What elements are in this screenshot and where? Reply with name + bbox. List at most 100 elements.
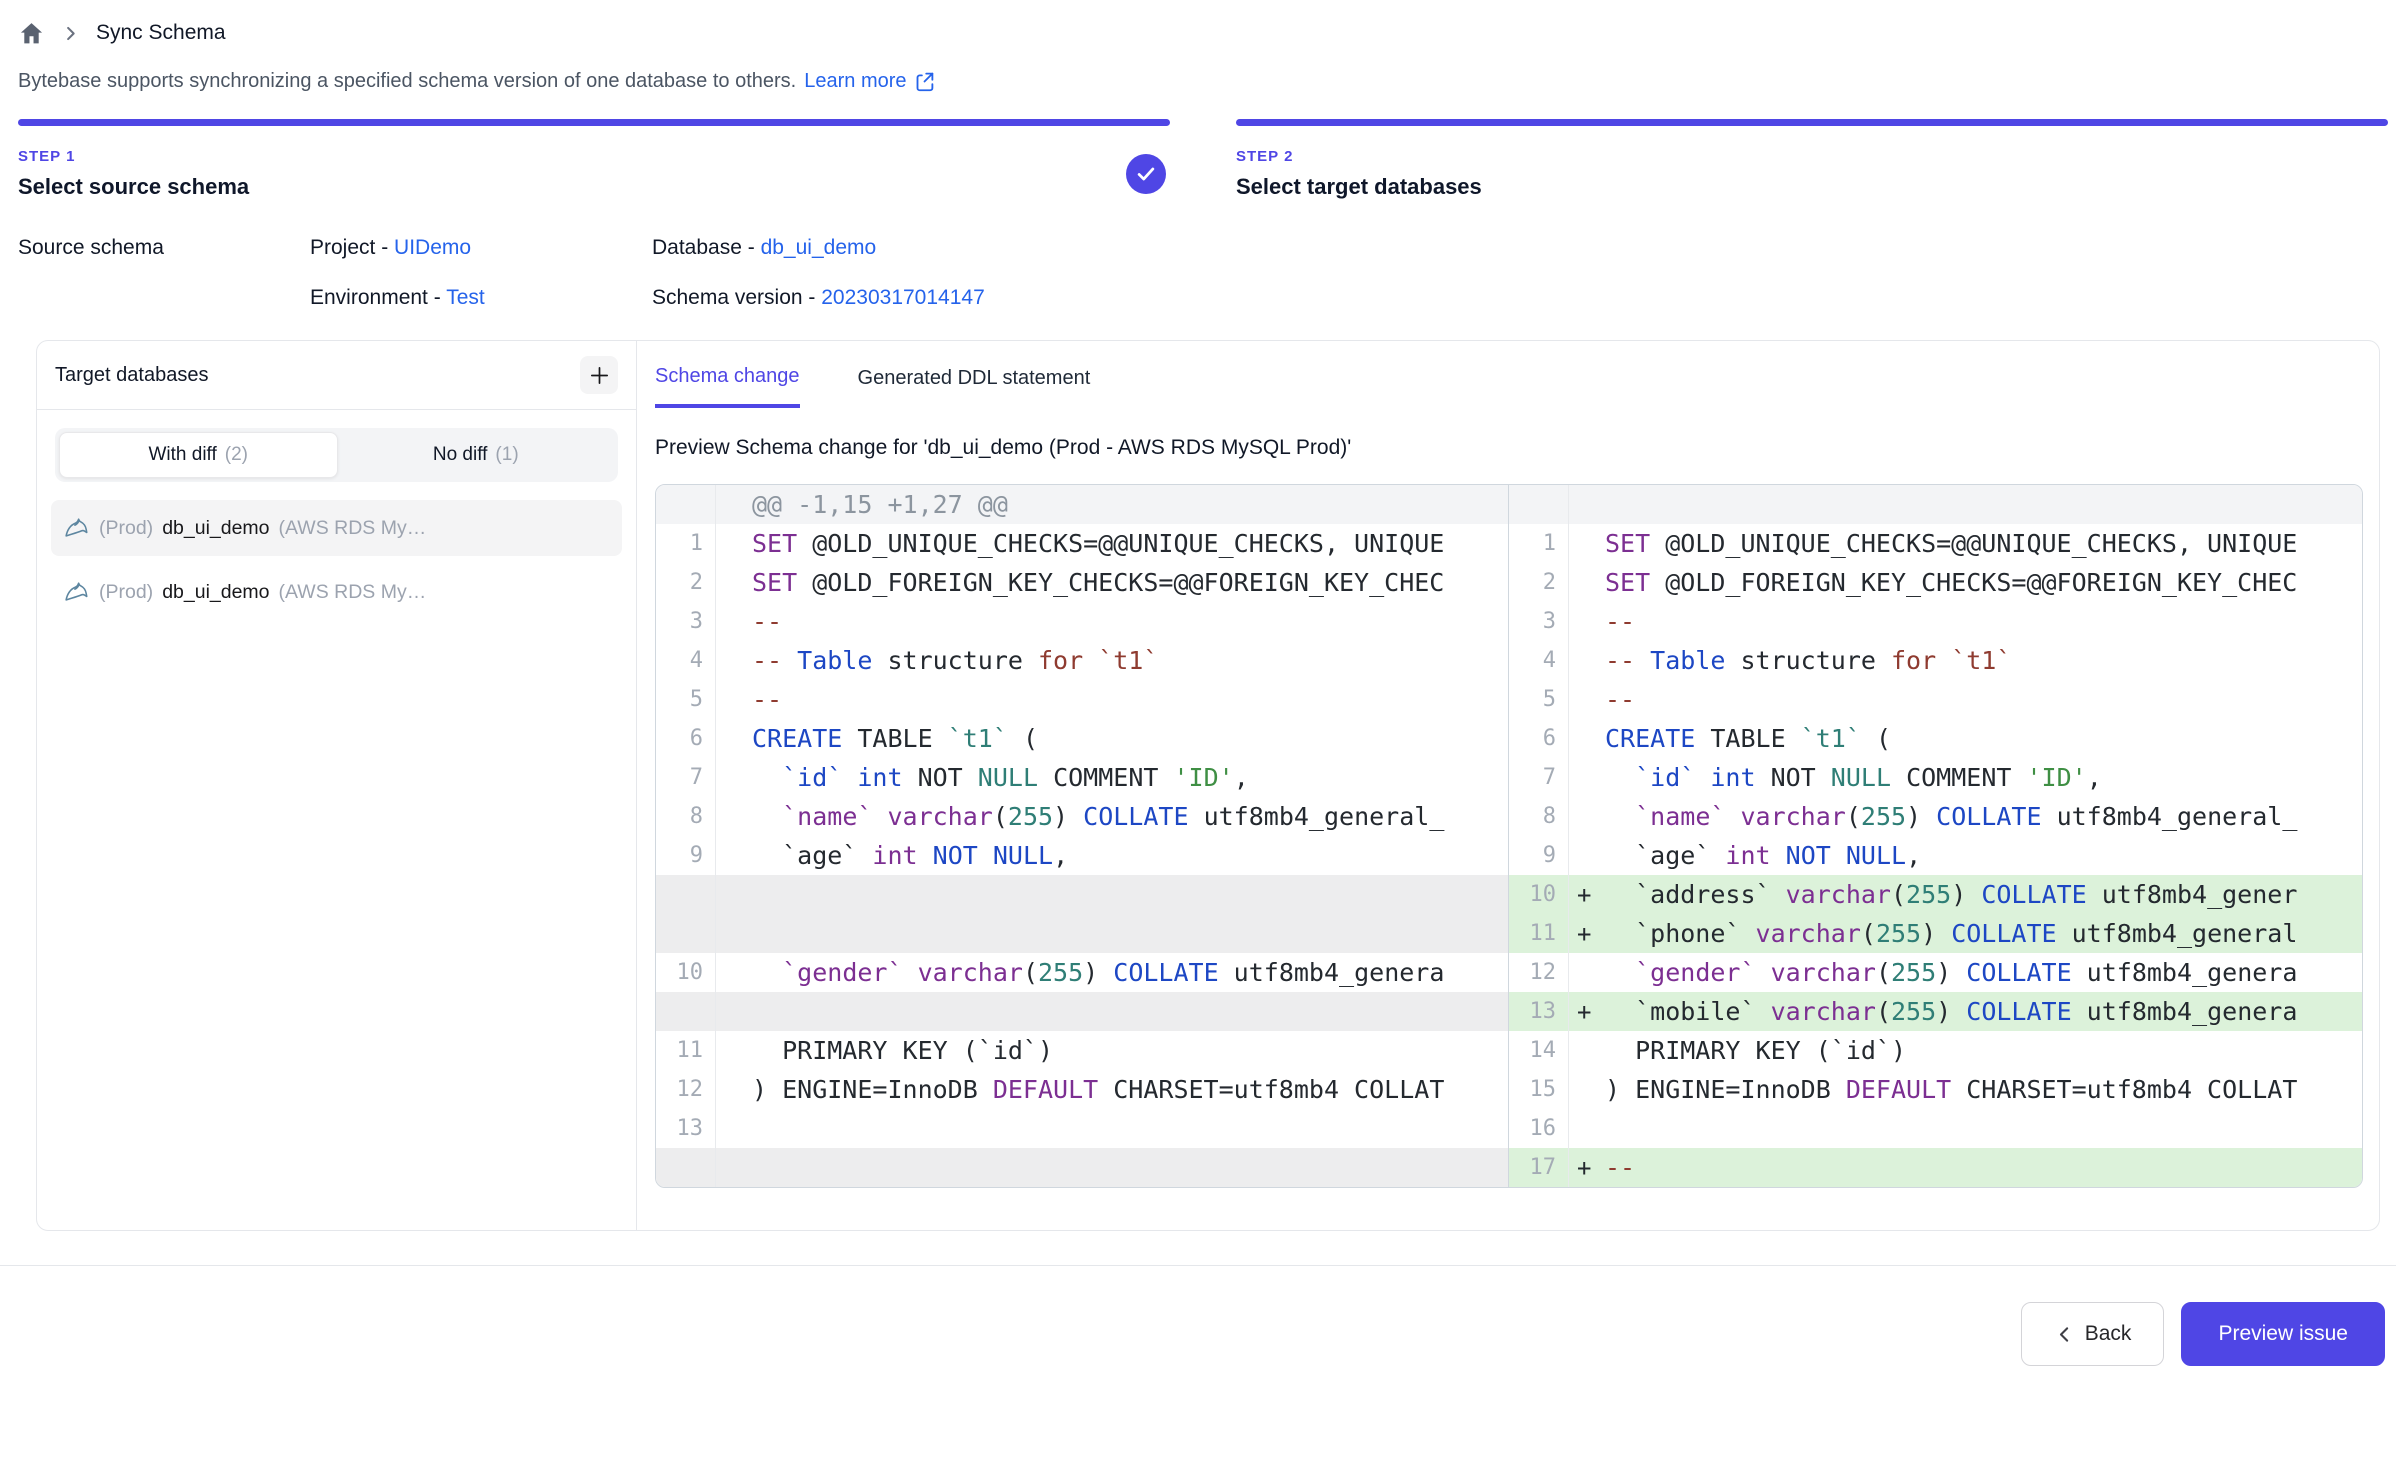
tab-schema-change[interactable]: Schema change xyxy=(655,365,800,408)
diff-row: 2SET @OLD_FOREIGN_KEY_CHECKS=@@FOREIGN_K… xyxy=(656,563,1508,602)
code-line: SET @OLD_UNIQUE_CHECKS=@@UNIQUE_CHECKS, … xyxy=(1605,524,2362,563)
source-field-database: Database - db_ui_demo xyxy=(652,236,985,260)
diff-marker xyxy=(1569,758,1605,797)
line-number: 4 xyxy=(656,641,716,680)
code-line: SET @OLD_UNIQUE_CHECKS=@@UNIQUE_CHECKS, … xyxy=(752,524,1508,563)
diff-row: 5-- xyxy=(656,680,1508,719)
code-line: CREATE TABLE `t1` ( xyxy=(1605,719,2362,758)
main-card: Target databases With diff (2) No diff (… xyxy=(36,340,2380,1231)
diff-pane-left[interactable]: @@ -1,15 +1,27 @@1SET @OLD_UNIQUE_CHECKS… xyxy=(656,485,1509,1187)
home-icon[interactable] xyxy=(18,20,45,47)
line-number: 15 xyxy=(1509,1070,1569,1109)
line-number: 5 xyxy=(1509,680,1569,719)
code-line xyxy=(752,875,1508,914)
breadcrumb: Sync Schema xyxy=(18,16,2388,50)
diff-marker xyxy=(716,1070,752,1109)
diff-marker xyxy=(716,992,752,1031)
step-1: STEP 1 Select source schema xyxy=(18,119,1170,200)
diff-row: 8 `name` varchar(255) COLLATE utf8mb4_ge… xyxy=(1509,797,2362,836)
line-number xyxy=(1509,485,1569,524)
external-link-icon xyxy=(914,71,935,92)
project-link[interactable]: UIDemo xyxy=(394,236,471,259)
mysql-icon xyxy=(63,579,90,606)
source-field-schema-version: Schema version - 20230317014147 xyxy=(652,286,985,310)
preview-issue-button[interactable]: Preview issue xyxy=(2181,1302,2385,1366)
line-number: 2 xyxy=(1509,563,1569,602)
diff-marker xyxy=(716,719,752,758)
diff-editor: @@ -1,15 +1,27 @@1SET @OLD_UNIQUE_CHECKS… xyxy=(655,484,2363,1188)
schema-version-link[interactable]: 20230317014147 xyxy=(821,286,985,309)
back-button[interactable]: Back xyxy=(2021,1302,2165,1366)
diff-row: 10 `gender` varchar(255) COLLATE utf8mb4… xyxy=(656,953,1508,992)
line-number: 13 xyxy=(656,1109,716,1148)
line-number: 14 xyxy=(1509,1031,1569,1070)
line-number: 6 xyxy=(656,719,716,758)
line-number: 17 xyxy=(1509,1148,1569,1187)
diff-row: 4-- Table structure for `t1` xyxy=(1509,641,2362,680)
diff-row: 10+ `address` varchar(255) COLLATE utf8m… xyxy=(1509,875,2362,914)
diff-row: 3-- xyxy=(656,602,1508,641)
diff-marker xyxy=(716,602,752,641)
diff-row: 9 `age` int NOT NULL, xyxy=(1509,836,2362,875)
code-line: `mobile` varchar(255) COLLATE utf8mb4_ge… xyxy=(1605,992,2362,1031)
code-line xyxy=(752,1109,1508,1148)
add-database-button[interactable] xyxy=(580,356,618,394)
database-link[interactable]: db_ui_demo xyxy=(761,236,877,259)
filter-tab-with-diff[interactable]: With diff (2) xyxy=(59,432,338,478)
diff-marker xyxy=(716,836,752,875)
code-line: `phone` varchar(255) COLLATE utf8mb4_gen… xyxy=(1605,914,2362,953)
diff-marker xyxy=(716,1109,752,1148)
diff-row: 7 `id` int NOT NULL COMMENT 'ID', xyxy=(656,758,1508,797)
database-item[interactable]: (Prod) db_ui_demo (AWS RDS MySQL Prod) xyxy=(51,564,622,620)
line-number xyxy=(656,914,716,953)
code-line: -- xyxy=(752,680,1508,719)
line-number: 3 xyxy=(1509,602,1569,641)
diff-row xyxy=(656,1148,1508,1187)
stepper: STEP 1 Select source schema STEP 2 Selec… xyxy=(18,119,2388,200)
target-databases-panel: Target databases With diff (2) No diff (… xyxy=(37,341,637,1230)
diff-row: 4 -- Table structure for `t1` xyxy=(656,641,1508,680)
target-databases-title: Target databases xyxy=(55,364,208,387)
diff-row: 3-- xyxy=(1509,602,2362,641)
source-field-environment: Environment - Test xyxy=(310,286,652,310)
learn-more-link[interactable]: Learn more xyxy=(804,70,934,93)
page: Sync Schema Bytebase supports synchroniz… xyxy=(0,0,2396,1231)
step-2: STEP 2 Select target databases xyxy=(1236,119,2388,200)
line-number: 6 xyxy=(1509,719,1569,758)
environment-link[interactable]: Test xyxy=(446,286,485,309)
line-number: 16 xyxy=(1509,1109,1569,1148)
code-line: CREATE TABLE `t1` ( xyxy=(752,719,1508,758)
diff-marker xyxy=(716,1148,752,1187)
diff-marker xyxy=(716,524,752,563)
code-line xyxy=(752,992,1508,1031)
diff-pane-right[interactable]: 1SET @OLD_UNIQUE_CHECKS=@@UNIQUE_CHECKS,… xyxy=(1509,485,2362,1187)
filter-tab-no-diff[interactable]: No diff (1) xyxy=(338,432,615,478)
line-number: 2 xyxy=(656,563,716,602)
diff-marker xyxy=(716,914,752,953)
footer-actions: Back Preview issue xyxy=(0,1266,2396,1366)
diff-marker xyxy=(1569,563,1605,602)
diff-marker xyxy=(716,641,752,680)
database-item[interactable]: (Prod) db_ui_demo (AWS RDS MySQL Prod) xyxy=(51,500,622,556)
tab-generated-ddl[interactable]: Generated DDL statement xyxy=(858,365,1091,408)
code-line xyxy=(1605,485,2362,524)
line-number: 9 xyxy=(656,836,716,875)
diff-row: 11 PRIMARY KEY (`id`) xyxy=(656,1031,1508,1070)
code-line: `gender` varchar(255) COLLATE utf8mb4_ge… xyxy=(752,953,1508,992)
diff-row: 2SET @OLD_FOREIGN_KEY_CHECKS=@@FOREIGN_K… xyxy=(1509,563,2362,602)
diff-row: 12) ENGINE=InnoDB DEFAULT CHARSET=utf8mb… xyxy=(656,1070,1508,1109)
diff-marker xyxy=(716,875,752,914)
line-number xyxy=(656,485,716,524)
diff-marker: + xyxy=(1569,1148,1605,1187)
code-line: ) ENGINE=InnoDB DEFAULT CHARSET=utf8mb4 … xyxy=(752,1070,1508,1109)
code-line: -- Table structure for `t1` xyxy=(752,641,1508,680)
line-number xyxy=(656,1148,716,1187)
code-line: `id` int NOT NULL COMMENT 'ID', xyxy=(1605,758,2362,797)
chevron-left-icon xyxy=(2054,1324,2075,1345)
code-line: -- xyxy=(752,602,1508,641)
line-number: 10 xyxy=(1509,875,1569,914)
code-line: `name` varchar(255) COLLATE utf8mb4_gene… xyxy=(1605,797,2362,836)
diff-marker xyxy=(716,953,752,992)
diff-row: 7 `id` int NOT NULL COMMENT 'ID', xyxy=(1509,758,2362,797)
diff-row: 15) ENGINE=InnoDB DEFAULT CHARSET=utf8mb… xyxy=(1509,1070,2362,1109)
